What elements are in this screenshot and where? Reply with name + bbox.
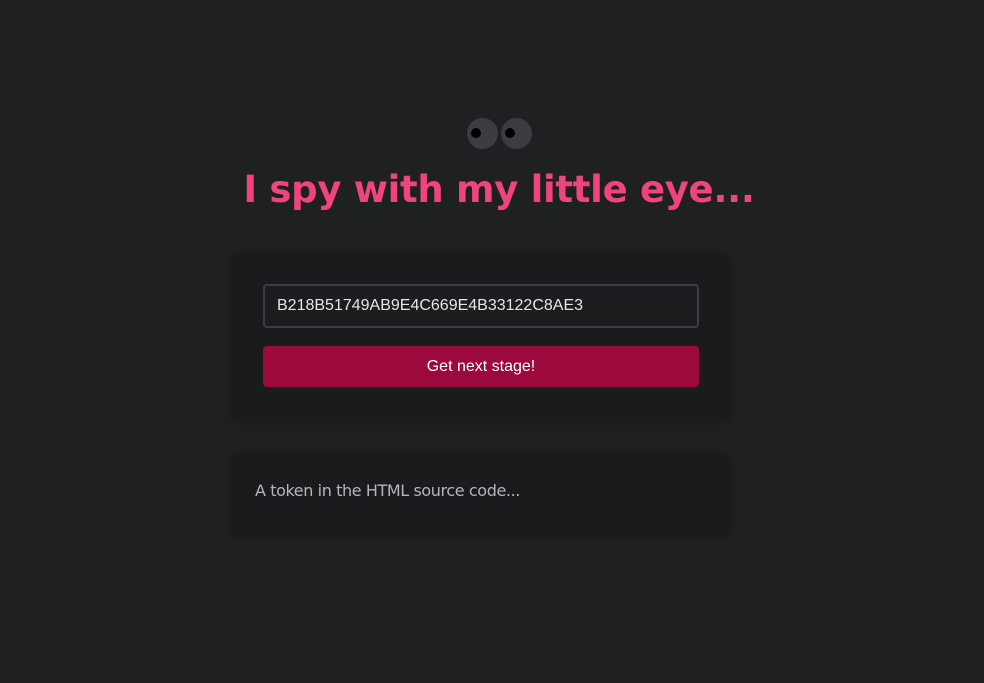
eyes-icon: [466, 118, 532, 150]
hint-card: A token in the HTML source code...: [231, 452, 731, 536]
hint-text: A token in the HTML source code...: [255, 481, 520, 500]
right-eye-icon: [501, 118, 532, 149]
pupil-icon: [471, 128, 481, 138]
page: I spy with my little eye... Get next sta…: [0, 0, 984, 683]
token-input[interactable]: [263, 284, 699, 328]
token-form-card: Get next stage!: [231, 252, 731, 420]
page-title: I spy with my little eye...: [243, 168, 755, 211]
left-eye-icon: [467, 118, 498, 149]
pupil-icon: [505, 128, 515, 138]
get-next-stage-button[interactable]: Get next stage!: [263, 346, 699, 387]
